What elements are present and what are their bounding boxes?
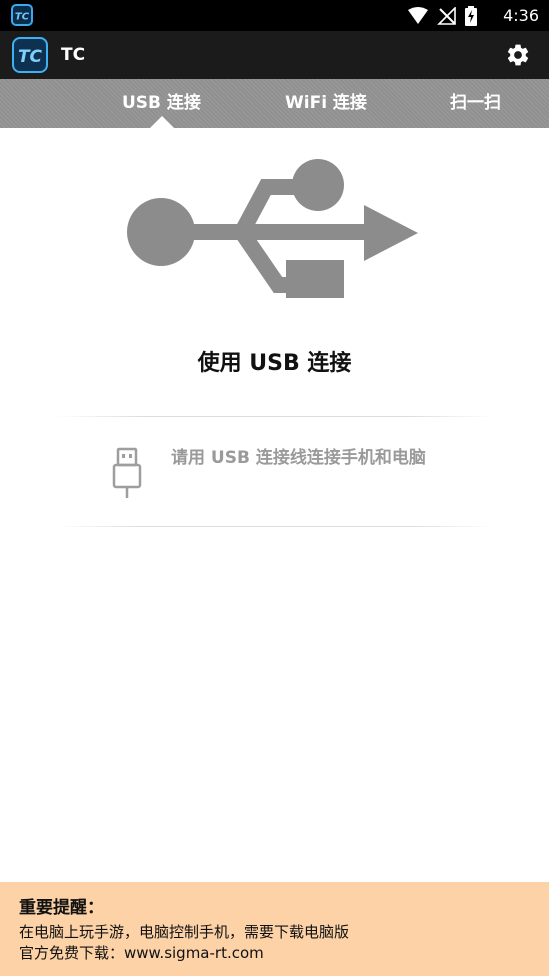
app-notification-logo-text: TC bbox=[15, 12, 30, 23]
wifi-icon bbox=[408, 7, 428, 24]
notice-line-1: 在电脑上玩手游，电脑控制手机，需要下载电脑版 bbox=[19, 923, 350, 941]
selected-tab-indicator bbox=[150, 116, 174, 128]
app-logo-text: TC bbox=[18, 47, 43, 67]
tab-wifi-connection[interactable]: WiFi 连接 bbox=[285, 79, 367, 128]
gear-icon[interactable] bbox=[505, 42, 531, 68]
status-time: 4:36 bbox=[503, 6, 539, 25]
status-icons bbox=[407, 6, 477, 26]
usb-symbol-icon bbox=[127, 159, 418, 298]
app-logo: TC bbox=[12, 37, 48, 73]
tab-scan[interactable]: 扫一扫 bbox=[450, 79, 501, 128]
tab-bar: USB 连接 WiFi 连接 扫一扫 bbox=[0, 79, 549, 128]
battery-charging-icon bbox=[465, 6, 477, 26]
app-bar: TC TC bbox=[0, 31, 549, 79]
status-bar: TC 4:36 bbox=[0, 0, 549, 31]
divider-bottom bbox=[55, 526, 495, 527]
no-signal-icon bbox=[437, 7, 456, 25]
notice-title: 重要提醒： bbox=[19, 898, 104, 918]
usb-plug-icon bbox=[112, 447, 142, 498]
notice-download-link[interactable]: 官方免费下载：www.sigma-rt.com bbox=[19, 942, 264, 964]
app-notification-icon: TC bbox=[11, 4, 33, 26]
divider-top bbox=[55, 416, 495, 417]
app-title: TC bbox=[61, 45, 86, 65]
usb-hint-text: 请用 USB 连接线连接手机和电脑 bbox=[171, 448, 426, 468]
connection-mode-title: 使用 USB 连接 bbox=[197, 351, 352, 376]
